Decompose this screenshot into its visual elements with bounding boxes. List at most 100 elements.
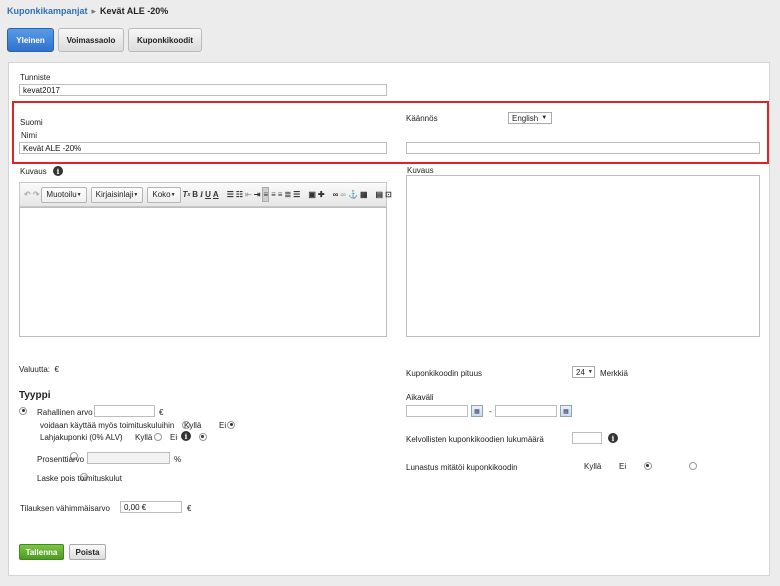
page-title: Kevät ALE -20% [100, 6, 169, 16]
chevron-down-icon: ▼ [133, 191, 139, 198]
outdent-icon[interactable]: ⇤ [245, 187, 252, 202]
percent-input[interactable] [87, 452, 170, 464]
translation-label: Käännös [406, 114, 438, 123]
currency-value: € [54, 365, 59, 374]
justify-icon[interactable]: ≣ [284, 187, 291, 202]
underline-icon[interactable]: U [205, 187, 211, 202]
interval-start-input[interactable] [406, 405, 468, 417]
shipping-yes-label: Kyllä [184, 421, 202, 430]
free-shipping-label: Laske pois toimituskulut [37, 474, 122, 483]
size-select[interactable]: Koko ▼ [147, 186, 181, 203]
translation-language-select[interactable]: English ▼ [508, 112, 552, 124]
breadcrumb-parent-link[interactable]: Kuponkikampanjat [7, 6, 88, 16]
currency-label: Valuutta: € [19, 365, 59, 374]
calendar-icon[interactable]: ▦ [471, 405, 483, 417]
align-center-icon[interactable]: ≡ [271, 187, 276, 202]
tunniste-input[interactable]: kevat2017 [19, 84, 387, 96]
line-height-icon[interactable]: ☰ [293, 187, 300, 202]
source-language-label: Suomi [20, 118, 43, 127]
language-highlight-box [12, 101, 769, 164]
save-button[interactable]: Tallenna [19, 544, 64, 560]
min-order-input[interactable]: 0,00 € [120, 501, 182, 513]
kuvaus-translation-label: Kuvaus [407, 166, 434, 175]
size-select-label: Koko [152, 190, 171, 199]
image-icon[interactable]: ▣ [308, 187, 316, 202]
breadcrumb: Kuponkikampanjat ▸ Kevät ALE -20% [7, 6, 168, 17]
shipping-label: voidaan käyttää myös toimituskuluihin [40, 421, 175, 430]
description-translation-editor[interactable] [406, 175, 760, 337]
code-length-value: 24 [576, 367, 585, 377]
info-icon[interactable]: i [608, 433, 618, 443]
info-icon[interactable]: i [181, 431, 191, 441]
tunniste-label: Tunniste [20, 73, 51, 82]
nimi-translation-input[interactable] [406, 142, 760, 154]
tab-kuponkikoodit[interactable]: Kuponkikoodit [128, 28, 202, 52]
text-color-icon[interactable]: A [213, 187, 219, 202]
redeem-no-radio[interactable] [688, 461, 697, 470]
align-right-icon[interactable]: ≡ [278, 187, 283, 202]
translation-language-value: English [512, 113, 539, 123]
nimi-label: Nimi [21, 131, 37, 140]
bold-icon[interactable]: B [192, 187, 198, 202]
gift-yes-label: Kyllä [135, 433, 153, 442]
percent-label: Prosenttiarvo [37, 455, 85, 464]
valid-codes-label: Kelvollisten kuponkikoodien lukumäärä [406, 435, 544, 444]
link-icon[interactable]: ∞ [333, 187, 339, 202]
gift-no-label: Ei [170, 433, 178, 442]
numbered-list-icon[interactable]: ☰ [227, 187, 234, 202]
code-length-select[interactable]: 24 ▼ [572, 366, 595, 378]
tab-yleinen[interactable]: Yleinen [7, 28, 54, 52]
chevron-down-icon: ▼ [541, 115, 548, 121]
interval-dash: - [489, 407, 492, 416]
redeem-yes-label: Kyllä [584, 462, 602, 471]
breadcrumb-separator: ▸ [91, 6, 97, 16]
puzzle-icon[interactable]: ✚ [318, 187, 325, 202]
unlink-icon[interactable]: ∞ [340, 187, 346, 202]
min-order-label: Tilauksen vähimmäisarvo [20, 504, 110, 513]
nimi-input[interactable]: Kevät ALE -20% [19, 142, 387, 154]
undo-icon[interactable]: ↶ [24, 187, 31, 202]
code-length-label: Kuponkikoodin pituus [406, 369, 483, 378]
italic-icon[interactable]: I [200, 187, 203, 202]
table-icon[interactable]: ▦ [360, 187, 368, 202]
calendar-icon[interactable]: ▦ [560, 405, 572, 417]
gift-label: Lahjakuponki (0% ALV) [40, 433, 123, 442]
format-select-label: Muotoilu [46, 190, 77, 199]
shipping-no-label: Ei [219, 421, 227, 430]
font-select-label: Kirjaisinlaji [95, 190, 134, 199]
info-icon[interactable]: i [53, 166, 63, 176]
gift-yes-radio[interactable] [153, 432, 162, 441]
delete-button[interactable]: Poista [69, 544, 106, 560]
min-order-unit: € [187, 504, 192, 513]
clear-format-icon[interactable]: Tx [183, 187, 191, 202]
interval-label: Aikaväli [406, 393, 434, 402]
interval-end-input[interactable] [495, 405, 557, 417]
gift-no-radio[interactable] [198, 432, 207, 441]
description-editor[interactable] [19, 207, 387, 337]
align-left-icon[interactable]: ≡ [262, 187, 270, 202]
tab-voimassaolo[interactable]: Voimassaolo [58, 28, 124, 52]
chevron-down-icon: ▼ [587, 369, 593, 375]
fixed-value-radio[interactable] [19, 406, 27, 415]
percent-unit: % [174, 455, 182, 464]
redo-icon[interactable]: ↷ [33, 187, 40, 202]
source-code-icon[interactable]: ▤ [376, 187, 384, 202]
indent-icon[interactable]: ⇥ [254, 187, 261, 202]
font-select[interactable]: Kirjaisinlaji ▼ [90, 186, 144, 203]
valid-codes-input[interactable] [572, 432, 602, 444]
anchor-icon[interactable]: ⚓ [348, 187, 358, 202]
chevron-down-icon: ▼ [76, 191, 82, 198]
type-heading: Tyyppi [19, 390, 51, 401]
fixed-value-label: Rahallinen arvo [37, 408, 93, 417]
bullet-list-icon[interactable]: ☷ [236, 187, 243, 202]
kuvaus-label: Kuvaus [20, 167, 47, 176]
redeem-label: Lunastus mitätöi kuponkikoodin [406, 463, 518, 472]
redeem-yes-radio[interactable] [643, 461, 652, 470]
redeem-no-label: Ei [619, 462, 627, 471]
currency-label-text: Valuutta: [19, 365, 50, 374]
fixed-value-unit: € [159, 408, 164, 417]
fixed-value-input[interactable] [94, 405, 155, 417]
format-select[interactable]: Muotoilu ▼ [41, 186, 87, 203]
chevron-down-icon: ▼ [170, 191, 176, 198]
fullscreen-icon[interactable]: ⊡ [385, 187, 392, 202]
